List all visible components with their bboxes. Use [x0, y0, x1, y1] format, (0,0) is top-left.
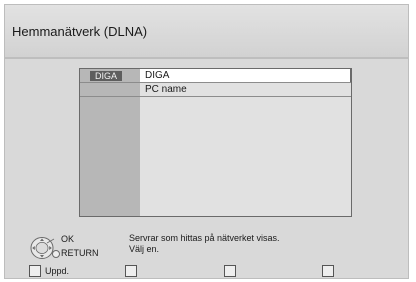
update-button-label: Uppd.: [45, 266, 70, 276]
server-list: DIGA DIGA PC name: [79, 68, 352, 217]
help-message-line-1: Servrar som hittas på nätverket visas.: [129, 233, 280, 243]
return-label: RETURN: [61, 248, 99, 258]
title-bar: Hemmanätverk (DLNA): [5, 5, 408, 57]
help-message-line-2: Välj en.: [129, 244, 160, 254]
server-name: DIGA: [140, 69, 351, 82]
dlna-screen: Hemmanätverk (DLNA) DIGA DIGA PC name OK: [4, 4, 409, 279]
footer: OK RETURN Servrar som hittas på nätverke…: [5, 226, 408, 278]
color-button-icon[interactable]: [322, 265, 334, 277]
server-row-diga[interactable]: DIGA DIGA: [80, 69, 351, 83]
server-tag: DIGA: [90, 71, 123, 81]
page-title: Hemmanätverk (DLNA): [12, 24, 148, 39]
return-icon: [52, 250, 60, 258]
color-button-icon[interactable]: [224, 265, 236, 277]
color-button-icon[interactable]: [29, 265, 41, 277]
server-name: PC name: [145, 84, 187, 95]
color-button-icon[interactable]: [125, 265, 137, 277]
title-divider: [5, 57, 408, 59]
server-tag-cell: DIGA: [80, 69, 140, 82]
help-message: Servrar som hittas på nätverket visas. V…: [129, 233, 280, 255]
ok-label: OK: [61, 234, 75, 244]
server-row-pc[interactable]: PC name: [80, 83, 351, 97]
server-tag-cell: [80, 83, 140, 96]
